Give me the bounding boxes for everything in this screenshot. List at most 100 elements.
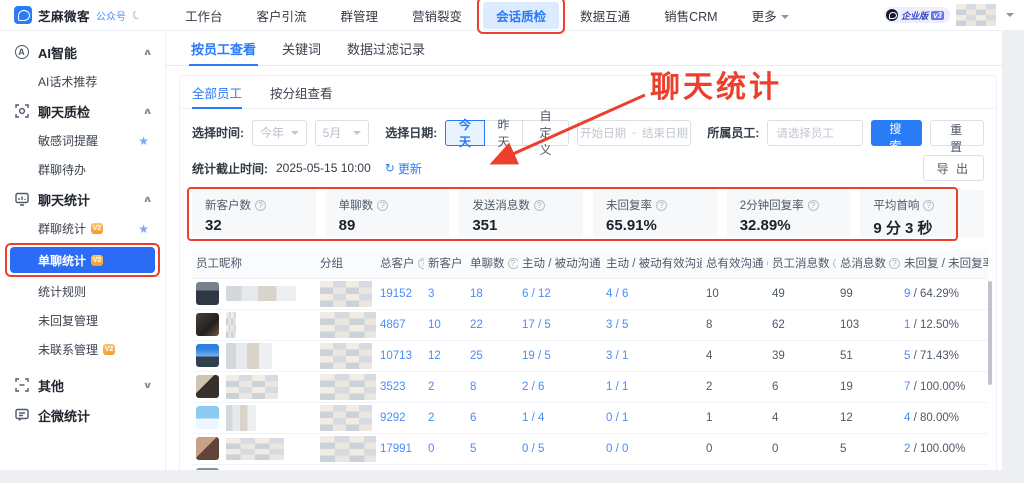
sidebar-item-9[interactable]: 统计规则 (0, 277, 165, 306)
help-icon[interactable]: ? (889, 258, 900, 269)
table-scrollbar[interactable] (988, 281, 992, 385)
unreplied-cell: 1 / 12.50% (900, 309, 988, 340)
total-customers-cell[interactable]: 9292 (376, 402, 424, 433)
account-area[interactable]: 企业版 v3 (884, 4, 1024, 26)
active-passive-effective-cell[interactable]: 0 / 1 (602, 402, 702, 433)
sidebar-item-10[interactable]: 未回复管理 (0, 306, 165, 335)
table-row: 10713122519 / 53 / 1439515 / 71.43% (192, 340, 988, 371)
new-customers-cell[interactable]: 2 (424, 371, 466, 402)
total-customers-cell[interactable] (376, 464, 424, 470)
total-customers-cell[interactable]: 10713 (376, 340, 424, 371)
sidebar-group-3[interactable]: 聊天质检∧ (0, 96, 165, 126)
single-chats-cell[interactable] (466, 464, 518, 470)
subtab-1[interactable]: 全部员工 (192, 76, 242, 109)
single-chats-cell[interactable]: 5 (466, 433, 518, 464)
total-customers-cell[interactable]: 17991 (376, 433, 424, 464)
help-icon[interactable]: ? (656, 200, 667, 211)
active-passive-cell[interactable] (518, 464, 602, 470)
nav-item-5[interactable]: 会话质检 (483, 2, 559, 29)
help-icon[interactable]: ? (377, 200, 388, 211)
chevron-down-icon[interactable] (1006, 13, 1014, 17)
star-icon[interactable]: ★ (138, 134, 149, 148)
nav-item-2[interactable]: 客户引流 (244, 2, 320, 29)
active-passive-cell[interactable]: 6 / 12 (518, 278, 602, 309)
active-passive-cell[interactable]: 0 / 5 (518, 433, 602, 464)
avatar (196, 375, 219, 398)
single-chats-cell[interactable]: 18 (466, 278, 518, 309)
total-customers-cell[interactable]: 3523 (376, 371, 424, 402)
new-customers-cell[interactable]: 12 (424, 340, 466, 371)
help-icon[interactable]: ? (255, 200, 266, 211)
new-customers-cell[interactable] (424, 464, 466, 470)
date-button-1[interactable]: 今天 (445, 120, 485, 146)
active-passive-effective-cell[interactable]: 1 / 1 (602, 371, 702, 402)
subtab-2[interactable]: 按分组查看 (270, 76, 333, 109)
star-icon[interactable]: ★ (138, 222, 149, 236)
nav-item-4[interactable]: 营销裂变 (399, 2, 475, 29)
tab-2[interactable]: 关键词 (282, 31, 321, 66)
new-customers-cell[interactable]: 0 (424, 433, 466, 464)
sidebar-item-5[interactable]: 群聊待办 (0, 155, 165, 184)
help-icon[interactable]: ? (833, 258, 837, 269)
help-icon[interactable]: ? (808, 200, 819, 211)
total-customers-cell[interactable]: 4867 (376, 309, 424, 340)
single-chats-cell[interactable]: 6 (466, 402, 518, 433)
nav-item-7[interactable]: 销售CRM (651, 2, 730, 29)
sidebar-group-6[interactable]: 聊天统计∧ (0, 184, 165, 214)
user-avatar[interactable] (956, 4, 996, 26)
export-button[interactable]: 导 出 (923, 155, 984, 181)
year-select[interactable]: 今年 (252, 120, 307, 146)
nav-item-8[interactable]: 更多 (739, 2, 802, 29)
active-passive-cell[interactable]: 1 / 4 (518, 402, 602, 433)
sidebar-group-1[interactable]: AAI智能∧ (0, 37, 165, 67)
new-customers-cell[interactable]: 2 (424, 402, 466, 433)
date-range-input[interactable]: 开始日期 - 结束日期 (577, 120, 692, 146)
search-button[interactable]: 搜 索 (871, 120, 923, 146)
sidebar-item-4[interactable]: 敏感词提醒 ★ (0, 126, 165, 155)
nav-item-1[interactable]: 工作台 (172, 2, 236, 29)
new-customers-cell[interactable]: 10 (424, 309, 466, 340)
help-icon[interactable]: ? (418, 258, 425, 269)
active-passive-effective-cell[interactable] (602, 464, 702, 470)
month-select[interactable]: 5月 (315, 120, 370, 146)
help-icon[interactable]: ? (508, 258, 519, 269)
dark-mode-icon[interactable]: ☾ (130, 7, 144, 23)
sidebar-item-8[interactable]: 单聊统计V2 (10, 247, 155, 273)
single-chats-cell[interactable]: 8 (466, 371, 518, 402)
name-blur (226, 343, 272, 369)
brand-tag: 公众号 (96, 8, 126, 23)
active-passive-effective-cell[interactable]: 0 / 0 (602, 433, 702, 464)
active-passive-effective-cell[interactable]: 3 / 5 (602, 309, 702, 340)
tab-3[interactable]: 数据过滤记录 (347, 31, 425, 66)
column-header-7: 主动 / 被动有效沟通? (602, 249, 702, 278)
sidebar-group-12[interactable]: 其他∨ (0, 370, 165, 400)
refresh-link[interactable]: ↻ 更新 (385, 160, 422, 177)
sidebar-item-7[interactable]: 群聊统计V2★ (0, 214, 165, 243)
column-header-content: 员工消息数? (772, 255, 832, 271)
total-customers-cell[interactable]: 19152 (376, 278, 424, 309)
help-icon[interactable]: ? (923, 200, 934, 211)
nav-item-6[interactable]: 数据互通 (567, 2, 643, 29)
nav-item-3[interactable]: 群管理 (328, 2, 392, 29)
new-customers-cell[interactable]: 3 (424, 278, 466, 309)
sidebar-item-11[interactable]: 未联系管理V2 (0, 335, 165, 364)
help-icon[interactable]: ? (534, 200, 545, 211)
sidebar-item-label: 敏感词提醒 (38, 132, 98, 149)
date-button-3[interactable]: 自定义 (522, 120, 568, 146)
single-chats-cell[interactable]: 22 (466, 309, 518, 340)
active-passive-cell[interactable]: 2 / 6 (518, 371, 602, 402)
active-passive-effective-cell[interactable]: 4 / 6 (602, 278, 702, 309)
sub-tabs: 全部员工按分组查看 (180, 76, 996, 109)
date-button-2[interactable]: 昨天 (484, 120, 524, 146)
sidebar-item-2[interactable]: AI话术推荐 (0, 67, 165, 96)
active-passive-cell[interactable]: 17 / 5 (518, 309, 602, 340)
active-passive-effective-cell[interactable]: 3 / 1 (602, 340, 702, 371)
reset-button[interactable]: 重 置 (930, 120, 984, 146)
single-chats-cell[interactable]: 25 (466, 340, 518, 371)
employee-table: 员工昵称分组总客户?新客户?单聊数?主动 / 被动沟通?主动 / 被动有效沟通?… (192, 249, 984, 470)
employee-select-input[interactable]: 请选择员工 (767, 120, 862, 146)
tab-1[interactable]: 按员工查看 (191, 31, 256, 66)
active-passive-cell[interactable]: 19 / 5 (518, 340, 602, 371)
time-filter-label: 选择时间: (192, 124, 244, 141)
sidebar-group-13[interactable]: 企微统计 (0, 400, 165, 430)
